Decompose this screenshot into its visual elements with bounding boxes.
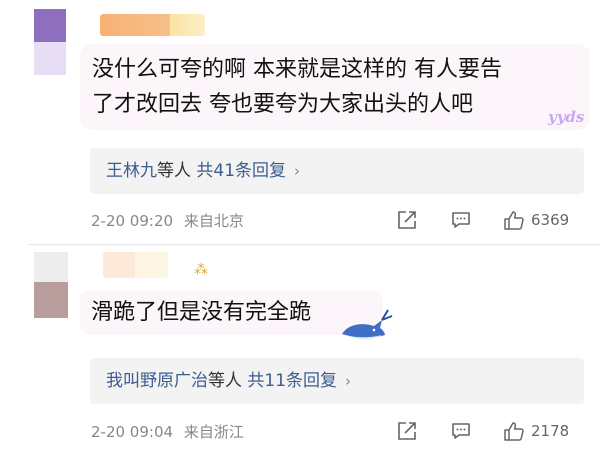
comment-text-line: 了才改回去 夸也要夸为大家出头的人吧 xyxy=(92,92,473,117)
timestamp: 2-20 09:04 xyxy=(91,423,174,441)
like-count: 2178 xyxy=(531,422,570,440)
location: 来自北京 xyxy=(183,212,244,230)
comment-text-line: 没什么可夸的啊 本来就是这样的 有人要告 xyxy=(92,57,502,82)
comment-text: 没什么可夸的啊 本来就是这样的 有人要告 了才改回去 夸也要夸为大家出头的人吧 xyxy=(92,52,572,122)
like-icon[interactable] xyxy=(503,209,525,231)
avatar[interactable] xyxy=(34,252,68,318)
comment-icon[interactable] xyxy=(450,420,472,442)
location: 来自浙江 xyxy=(183,423,244,441)
divider xyxy=(28,244,600,245)
reply-summary[interactable]: 我叫野原广治等人 共11条回复 › xyxy=(90,358,584,404)
comment-icon[interactable] xyxy=(450,209,472,231)
username-blurred[interactable] xyxy=(103,252,168,278)
whale-sticker-icon xyxy=(338,300,394,346)
avatar[interactable] xyxy=(34,9,66,75)
comment-actions: 6369 xyxy=(396,209,569,231)
user-badge-icon: ⁂ xyxy=(194,262,208,278)
reply-names[interactable]: 我叫野原广治 xyxy=(106,371,208,391)
comment-meta: 2-20 09:04 来自浙江 xyxy=(91,421,244,442)
chevron-right-icon: › xyxy=(294,162,301,180)
like-count: 6369 xyxy=(531,211,570,229)
comment-text: 滑跪了但是没有完全跪 xyxy=(91,300,312,325)
like-icon[interactable] xyxy=(503,420,525,442)
reply-etc: 等人 xyxy=(208,371,242,391)
share-icon[interactable] xyxy=(396,420,418,442)
share-icon[interactable] xyxy=(396,209,418,231)
reply-names[interactable]: 王林九 xyxy=(106,161,157,181)
reply-etc: 等人 xyxy=(157,161,191,181)
comment-meta: 2-20 09:20 来自北京 xyxy=(91,210,244,231)
username-blurred[interactable] xyxy=(100,14,205,36)
reply-count-link[interactable]: 共11条回复 xyxy=(247,371,337,391)
reply-summary[interactable]: 王林九等人 共41条回复 › xyxy=(90,148,584,194)
yyds-sticker: yyds xyxy=(548,108,585,126)
reply-count-link[interactable]: 共41条回复 xyxy=(196,161,286,181)
chevron-right-icon: › xyxy=(345,372,352,390)
timestamp: 2-20 09:20 xyxy=(91,212,174,230)
comment-actions: 2178 xyxy=(396,420,569,442)
